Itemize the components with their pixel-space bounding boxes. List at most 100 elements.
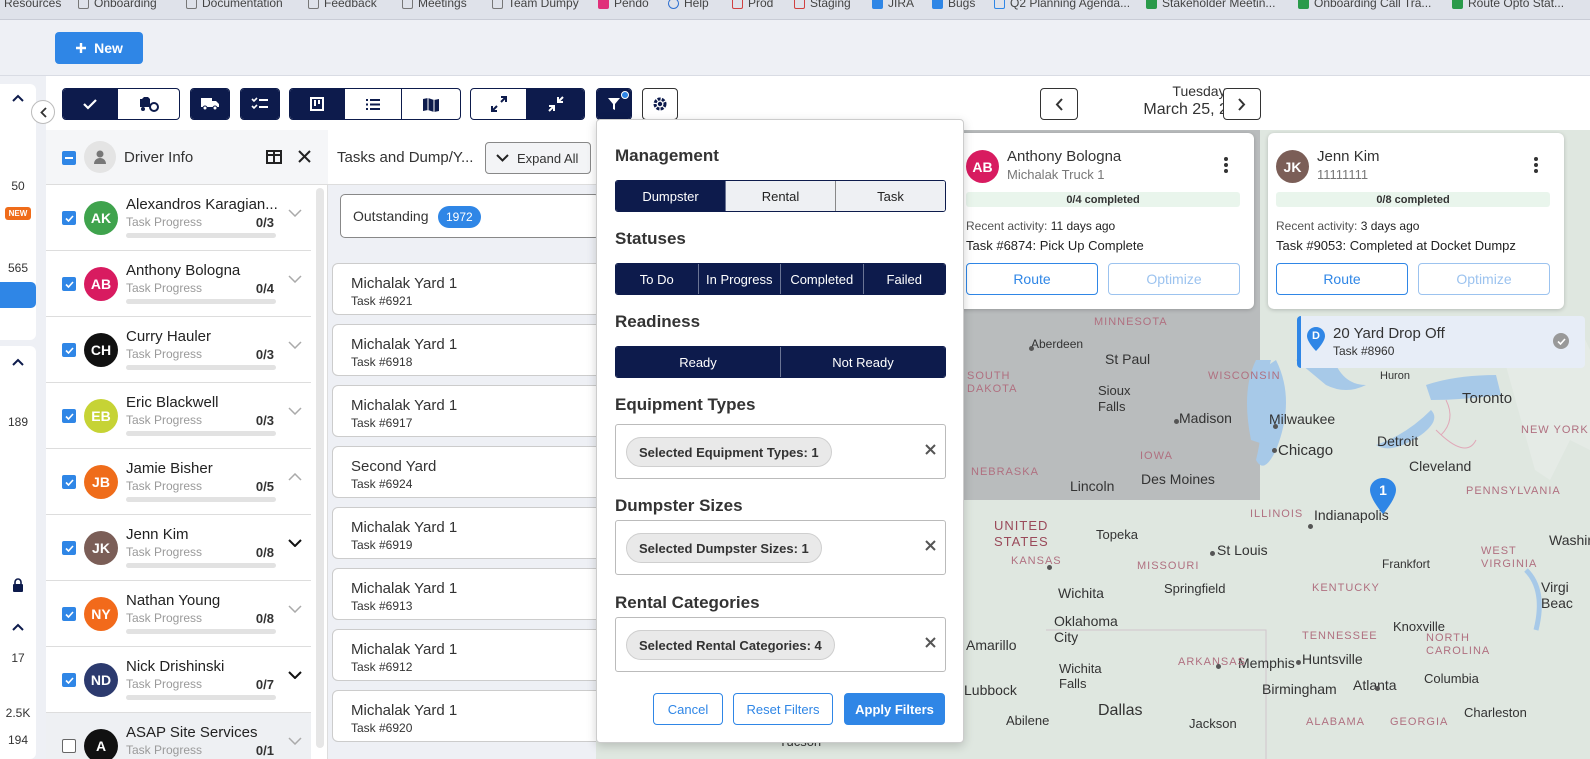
optimize-button[interactable]: Optimize [1108,263,1240,295]
list-view-button[interactable] [345,89,402,119]
task-card[interactable]: Second Yard Task #6924 [332,446,602,498]
route-button[interactable]: Route [1276,263,1408,295]
chevron-down-icon[interactable] [288,671,302,679]
driver-row[interactable]: AB Anthony Bologna Task Progress 0/4 [46,251,311,317]
bookmark[interactable]: Documentation [186,0,283,10]
bookmark[interactable]: Prod [732,0,773,10]
task-card[interactable]: Michalak Yard 1 Task #6919 [332,507,602,559]
driver-row[interactable]: CH Curry Hauler Task Progress 0/3 [46,317,311,383]
rental-select[interactable]: Selected Rental Categories: 4 [615,617,946,672]
expand-all-button[interactable]: Expand All [485,142,591,174]
columns-icon[interactable] [266,150,282,164]
chevron-down-icon[interactable] [288,275,302,283]
map-view-button[interactable] [402,89,460,119]
driver-checkbox[interactable] [62,673,76,687]
check-view-button[interactable] [63,89,119,119]
cancel-button[interactable]: Cancel [653,693,723,725]
bookmark[interactable]: Staging [794,0,851,10]
driver-checkbox[interactable] [62,475,76,489]
chevron-up-icon[interactable] [12,94,24,102]
bookmark[interactable]: JIRA [872,0,914,10]
chevron-down-icon[interactable] [288,605,302,613]
kebab-menu-icon[interactable] [1534,157,1538,173]
bookmark[interactable]: Team Dumpy [492,0,579,10]
check-circle-icon[interactable] [1553,333,1569,349]
collapse-button[interactable] [527,89,584,119]
task-card[interactable]: Michalak Yard 1 Task #6921 [332,263,602,315]
driver-scrollbar[interactable] [316,188,324,748]
equipment-select[interactable]: Selected Equipment Types: 1 [615,424,946,479]
statuses-option[interactable]: Completed [781,264,864,294]
statuses-option[interactable]: Failed [863,264,945,294]
bookmark[interactable]: Resources [4,0,61,10]
map-marker[interactable]: 1 [1368,476,1398,516]
checklist-button[interactable] [241,89,279,119]
clear-icon[interactable] [925,540,936,551]
bookmark[interactable]: Help [668,0,709,10]
prev-day-button[interactable] [1040,88,1078,120]
task-card[interactable]: Michalak Yard 1 Task #6912 [332,629,602,681]
chevron-down-icon[interactable] [288,539,302,547]
statuses-option[interactable]: To Do [616,264,699,294]
kebab-menu-icon[interactable] [1224,157,1228,173]
driver-row[interactable]: JK Jenn Kim Task Progress 0/8 [46,515,311,581]
driver-checkbox[interactable] [62,541,76,555]
bookmark[interactable]: Route Opto Stat... [1452,0,1564,10]
outstanding-selector[interactable]: Outstanding 1972 [340,194,600,238]
driver-checkbox[interactable] [62,277,76,291]
close-icon[interactable] [298,150,311,163]
chevron-down-icon[interactable] [288,737,302,745]
bookmark[interactable]: Meetings [402,0,467,10]
bookmark[interactable]: Onboarding Call Tra... [1298,0,1431,10]
apply-filters-button[interactable]: Apply Filters [844,693,945,725]
collapse-rail-button[interactable] [31,100,55,124]
task-card[interactable]: Michalak Yard 1 Task #6913 [332,568,602,620]
sizes-select[interactable]: Selected Dumpster Sizes: 1 [615,520,946,575]
clear-icon[interactable] [925,637,936,648]
settings-button[interactable] [643,89,677,119]
driver-row[interactable]: EB Eric Blackwell Task Progress 0/3 [46,383,311,449]
statuses-option[interactable]: In Progress [698,264,781,294]
driver-row[interactable]: AK Alexandros Karagian... Task Progress 0/3 [46,185,311,251]
management-option[interactable]: Rental [726,181,836,211]
bookmark[interactable]: Q2 Planning Agenda... [994,0,1130,10]
bookmark[interactable]: Onboarding [78,0,157,10]
driver-row[interactable]: ND Nick Drishinski Task Progress 0/7 [46,647,311,713]
driver-checkbox[interactable] [62,409,76,423]
reset-filters-button[interactable]: Reset Filters [733,693,833,725]
clear-icon[interactable] [925,444,936,455]
chevron-down-icon[interactable] [288,407,302,415]
chevron-up-icon[interactable] [12,358,24,366]
route-button[interactable]: Route [966,263,1098,295]
chevron-up-icon[interactable] [288,473,302,481]
task-card[interactable]: Michalak Yard 1 Task #6920 [332,690,602,742]
chevron-down-icon[interactable] [288,209,302,217]
rail-active-item[interactable] [0,282,36,308]
driver-checkbox[interactable] [62,211,76,225]
driver-checkbox[interactable] [62,343,76,357]
optimize-button[interactable]: Optimize [1418,263,1550,295]
bookmark[interactable]: Feedback [308,0,377,10]
expand-button[interactable] [471,89,528,119]
bookmark[interactable]: Bugs [932,0,975,10]
chevron-down-icon[interactable] [288,341,302,349]
truck-button[interactable] [191,89,229,119]
driver-row[interactable]: A ASAP Site Services Task Progress 0/1 [46,713,311,759]
driver-row[interactable]: NY Nathan Young Task Progress 0/8 [46,581,311,647]
management-option[interactable]: Dumpster [616,181,726,211]
board-view-button[interactable] [290,89,346,119]
select-all-checkbox[interactable] [62,151,76,165]
driver-checkbox[interactable] [62,739,76,753]
truck-settings-button[interactable] [118,89,179,119]
driver-row[interactable]: JB Jamie Bisher Task Progress 0/5 [46,449,311,515]
chevron-up-icon[interactable] [12,623,24,631]
bookmark[interactable]: Pendo [598,0,649,10]
next-day-button[interactable] [1223,88,1261,120]
stop-card[interactable]: D 20 Yard Drop Off Task #8960 [1297,316,1585,368]
task-card[interactable]: Michalak Yard 1 Task #6918 [332,324,602,376]
management-option[interactable]: Task [836,181,945,211]
readiness-option[interactable]: Not Ready [781,347,945,377]
bookmark[interactable]: Stakeholder Meetin... [1146,0,1275,10]
driver-checkbox[interactable] [62,607,76,621]
task-card[interactable]: Michalak Yard 1 Task #6917 [332,385,602,437]
